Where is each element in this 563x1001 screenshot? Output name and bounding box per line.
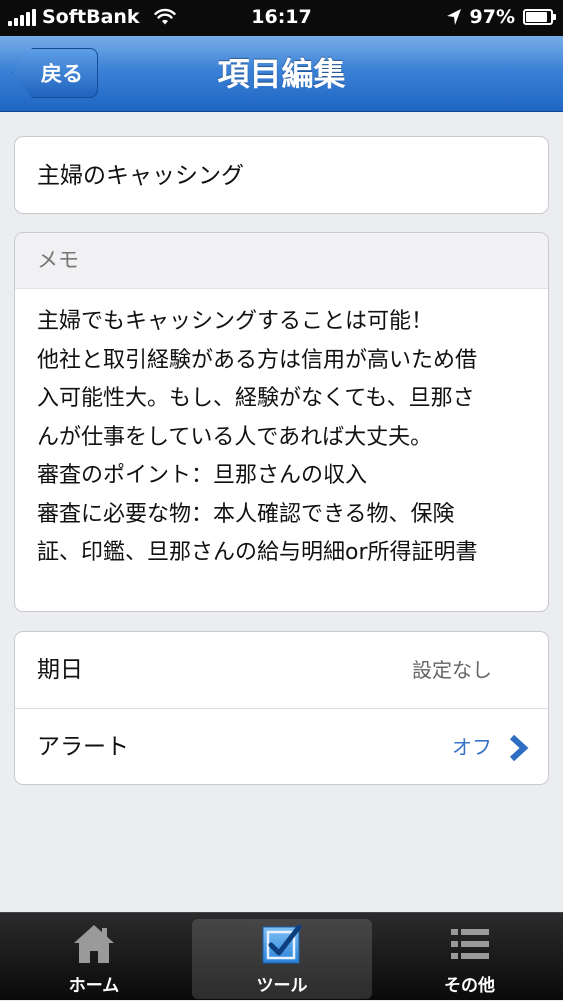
list-icon <box>450 929 489 959</box>
alert-row[interactable]: アラート オフ <box>15 708 548 784</box>
page-title: 項目編集 <box>217 55 346 93</box>
navigation-bar: 戻る 項目編集 <box>0 36 563 112</box>
tab-home-label: ホーム <box>68 976 120 996</box>
item-title-text: 主婦のキャッシング <box>37 163 244 189</box>
battery-level-fill <box>526 12 547 22</box>
alert-value: オフ <box>452 735 492 759</box>
due-date-value: 設定なし <box>412 658 492 682</box>
settings-group: 期日 設定なし アラート オフ <box>14 631 549 785</box>
checkbox-icon <box>262 924 302 964</box>
battery-percent: 97% <box>469 6 515 28</box>
battery-icon <box>523 9 556 25</box>
tab-other[interactable]: その他 <box>376 913 563 1001</box>
tab-tool-label: ツール <box>256 976 308 996</box>
due-date-row[interactable]: 期日 設定なし <box>15 632 548 708</box>
status-bar: SoftBank 16:17 97% <box>0 0 563 36</box>
memo-header: メモ <box>15 233 548 289</box>
tab-other-label: その他 <box>444 976 495 996</box>
chevron-right-icon <box>509 735 529 761</box>
location-arrow-icon <box>446 9 461 25</box>
status-right: 97% <box>446 6 556 28</box>
memo-text[interactable]: 主婦でもキャッシングすることは可能！ 他社と取引経験がある方は信用が高いため借 … <box>15 289 548 573</box>
home-icon <box>74 925 114 963</box>
due-date-label: 期日 <box>37 657 83 683</box>
item-title-field[interactable]: 主婦のキャッシング <box>14 136 549 214</box>
tab-tool[interactable]: ツール <box>188 913 376 1001</box>
tab-bar: ホーム ツール その他 <box>0 912 563 1000</box>
memo-card[interactable]: メモ 主婦でもキャッシングすることは可能！ 他社と取引経験がある方は信用が高いた… <box>14 232 549 612</box>
tab-home[interactable]: ホーム <box>0 913 188 1001</box>
alert-label: アラート <box>37 734 129 760</box>
